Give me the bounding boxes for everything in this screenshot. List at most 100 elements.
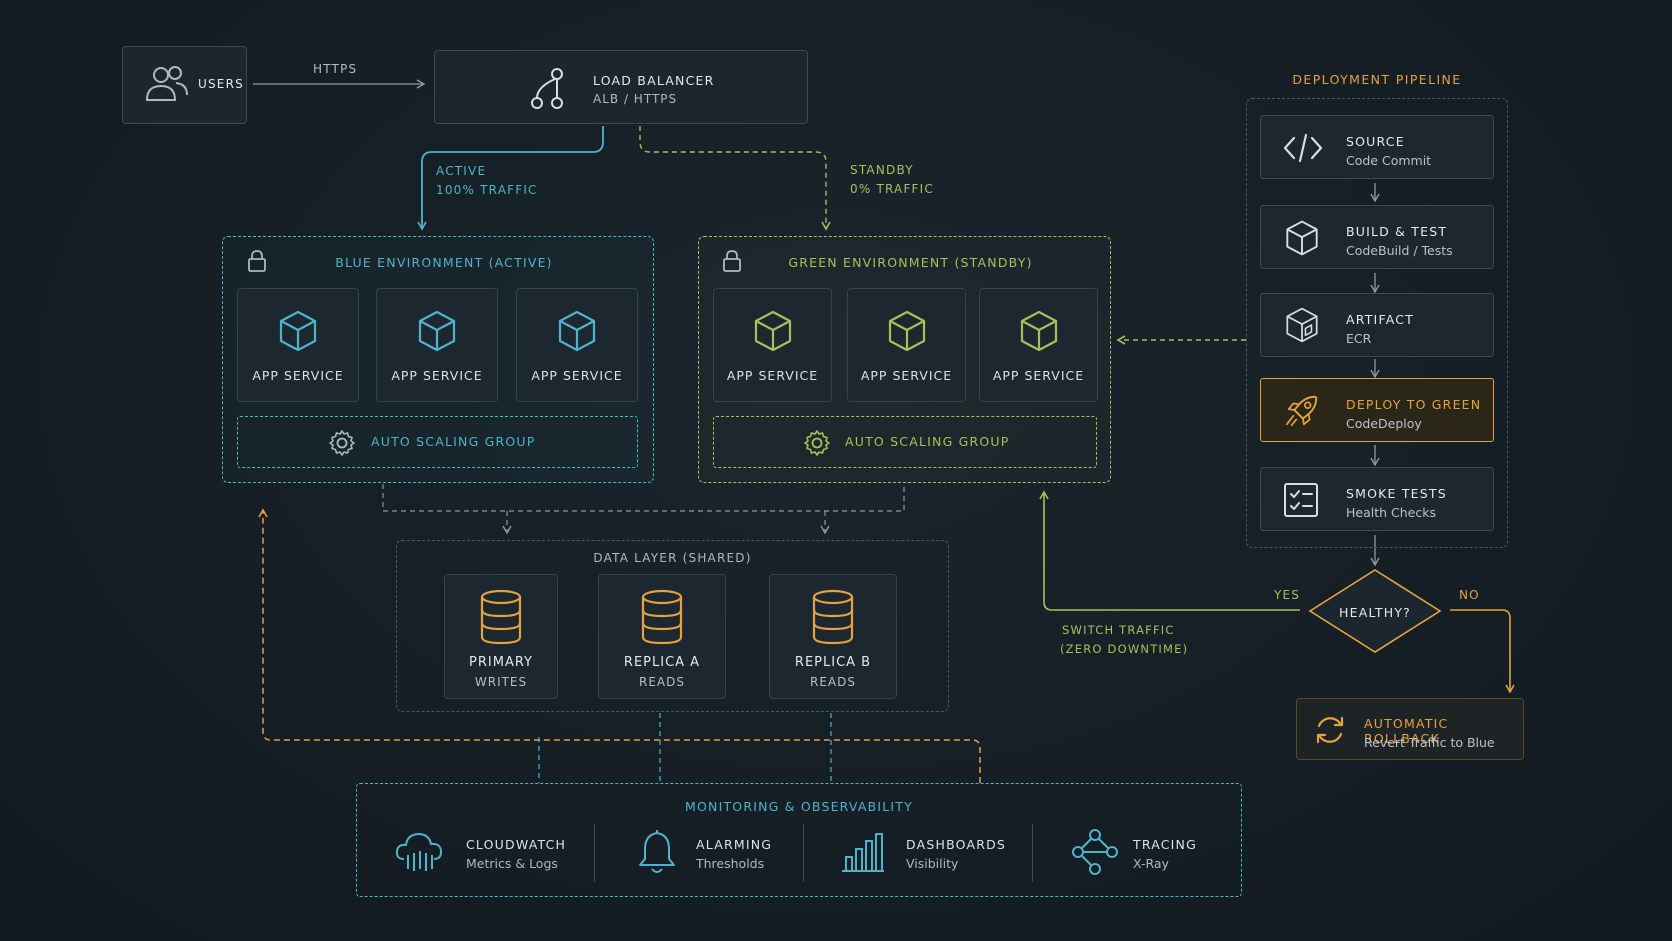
data-layer: DATA LAYER (SHARED) PRIMARY WRITES REPLI… (396, 540, 949, 712)
refresh-icon (1316, 716, 1344, 744)
database-icon (641, 589, 683, 645)
active-label: ACTIVE (436, 164, 487, 178)
database-name: REPLICA B (794, 655, 872, 670)
app-service-label: APP SERVICE (726, 368, 819, 383)
monitoring-item-title: TRACING (1133, 837, 1197, 852)
tracing-item[interactable]: TRACING X-Ray (1072, 825, 1202, 885)
rollback-subtitle: Revert Traffic to Blue (1364, 735, 1495, 750)
monitoring-item-subtitle: X-Ray (1133, 856, 1169, 871)
load-balancer-subtitle: ALB / HTTPS (593, 92, 678, 106)
step-subtitle: CodeDeploy (1346, 416, 1422, 431)
green-app-service[interactable]: APP SERVICE (847, 288, 966, 402)
standby-traffic-arrow (639, 126, 831, 231)
step-title: BUILD & TEST (1346, 224, 1448, 239)
monitoring-item-subtitle: Visibility (906, 856, 959, 871)
monitoring-item-title: ALARMING (696, 837, 773, 852)
monitoring-title: MONITORING & OBSERVABILITY (685, 799, 913, 814)
database-icon (480, 589, 522, 645)
branch-icon (531, 68, 563, 109)
monitoring-item-subtitle: Thresholds (696, 856, 765, 871)
cube-icon (279, 310, 317, 352)
switch-traffic-label: SWITCH TRAFFIC (1062, 623, 1175, 637)
blue-app-service[interactable]: APP SERVICE (376, 288, 498, 402)
app-service-label: APP SERVICE (531, 368, 623, 383)
monitoring-divider (594, 824, 595, 882)
load-balancer-title: LOAD BALANCER (593, 73, 715, 88)
source-step[interactable]: SOURCE Code Commit (1260, 115, 1494, 179)
blue-environment-title: BLUE ENVIRONMENT (ACTIVE) (335, 255, 553, 270)
monitoring-item-title: DASHBOARDS (906, 837, 1007, 852)
blue-environment: BLUE ENVIRONMENT (ACTIVE) APP SERVICE AP… (222, 236, 654, 483)
monitoring-divider (803, 824, 804, 882)
gear-icon (329, 430, 355, 456)
cube-icon (418, 310, 456, 352)
monitoring-item-subtitle: Metrics & Logs (466, 856, 558, 871)
active-percent-label: 100% TRAFFIC (436, 183, 538, 197)
green-app-service[interactable]: APP SERVICE (979, 288, 1098, 402)
database-name: REPLICA A (623, 655, 701, 670)
https-label: HTTPS (313, 62, 358, 76)
cube-icon (1020, 310, 1057, 352)
green-asg-label: AUTO SCALING GROUP (845, 434, 1010, 449)
healthy-label[interactable]: HEALTHY? (1310, 605, 1440, 620)
blue-to-data-connector (382, 484, 905, 512)
checklist-icon (1284, 483, 1318, 517)
monitoring-item-title: CLOUDWATCH (466, 837, 567, 852)
no-label: NO (1459, 588, 1480, 602)
automatic-rollback-node[interactable]: AUTOMATIC ROLLBACK Revert Traffic to Blu… (1296, 698, 1524, 760)
blue-app-service[interactable]: APP SERVICE (516, 288, 638, 402)
rocket-icon (1285, 395, 1318, 427)
green-app-service[interactable]: APP SERVICE (713, 288, 832, 402)
artifact-step[interactable]: ARTIFACT ECR (1260, 293, 1494, 357)
cloud-icon (395, 832, 443, 871)
smoke-tests-step[interactable]: SMOKE TESTS Health Checks (1260, 467, 1494, 531)
step-title: SMOKE TESTS (1346, 486, 1447, 501)
gear-icon (804, 430, 830, 456)
database-name: PRIMARY (469, 655, 533, 670)
code-icon (1283, 133, 1323, 163)
step-subtitle: ECR (1346, 331, 1372, 346)
yes-label: YES (1274, 588, 1301, 602)
architecture-diagram: USERS HTTPS LOAD BALANCER ALB / HTTPS AC… (0, 0, 1672, 941)
app-service-label: APP SERVICE (992, 368, 1085, 383)
step-subtitle: CodeBuild / Tests (1346, 243, 1453, 258)
monitoring-divider (1032, 824, 1033, 882)
cube-icon (1286, 220, 1318, 256)
step-title: SOURCE (1346, 134, 1405, 149)
alarming-item[interactable]: ALARMING Thresholds (636, 825, 796, 885)
step-subtitle: Code Commit (1346, 153, 1432, 168)
cloudwatch-item[interactable]: CLOUDWATCH Metrics & Logs (394, 825, 584, 885)
step-title: DEPLOY TO GREEN (1346, 397, 1482, 412)
app-service-label: APP SERVICE (252, 368, 344, 383)
dashboards-item[interactable]: DASHBOARDS Visibility (840, 825, 1010, 885)
app-service-label: APP SERVICE (391, 368, 483, 383)
users-node: USERS (122, 46, 247, 124)
cube-icon (558, 310, 596, 352)
trace-icon (1072, 829, 1118, 875)
deploy-to-green-step[interactable]: DEPLOY TO GREEN CodeDeploy (1260, 378, 1494, 442)
standby-label: STANDBY (850, 163, 914, 177)
pipeline-title: DEPLOYMENT PIPELINE (1292, 72, 1462, 87)
blue-asg-label: AUTO SCALING GROUP (371, 434, 536, 449)
build-test-step[interactable]: BUILD & TEST CodeBuild / Tests (1260, 205, 1494, 269)
bell-icon (639, 830, 675, 873)
green-environment-title: GREEN ENVIRONMENT (STANDBY) (788, 255, 1033, 270)
users-label: USERS (198, 77, 244, 91)
step-subtitle: Health Checks (1346, 505, 1436, 520)
database-role: WRITES (474, 675, 528, 689)
package-icon (1286, 307, 1318, 343)
zero-downtime-label: (ZERO DOWNTIME) (1060, 642, 1189, 656)
cube-icon (888, 310, 925, 352)
blue-app-service[interactable]: APP SERVICE (237, 288, 359, 402)
standby-percent-label: 0% TRAFFIC (850, 182, 934, 196)
primary-database[interactable]: PRIMARY WRITES (444, 574, 558, 699)
rollback-arrow (1450, 609, 1515, 694)
green-environment: GREEN ENVIRONMENT (STANDBY) APP SERVICE … (698, 236, 1111, 483)
load-balancer-node[interactable]: LOAD BALANCER ALB / HTTPS (434, 50, 808, 124)
database-role: READS (639, 675, 685, 689)
replica-a-database[interactable]: REPLICA A READS (598, 574, 726, 699)
bar-chart-icon (842, 833, 884, 872)
app-service-label: APP SERVICE (860, 368, 953, 383)
step-title: ARTIFACT (1346, 312, 1414, 327)
replica-b-database[interactable]: REPLICA B READS (769, 574, 897, 699)
